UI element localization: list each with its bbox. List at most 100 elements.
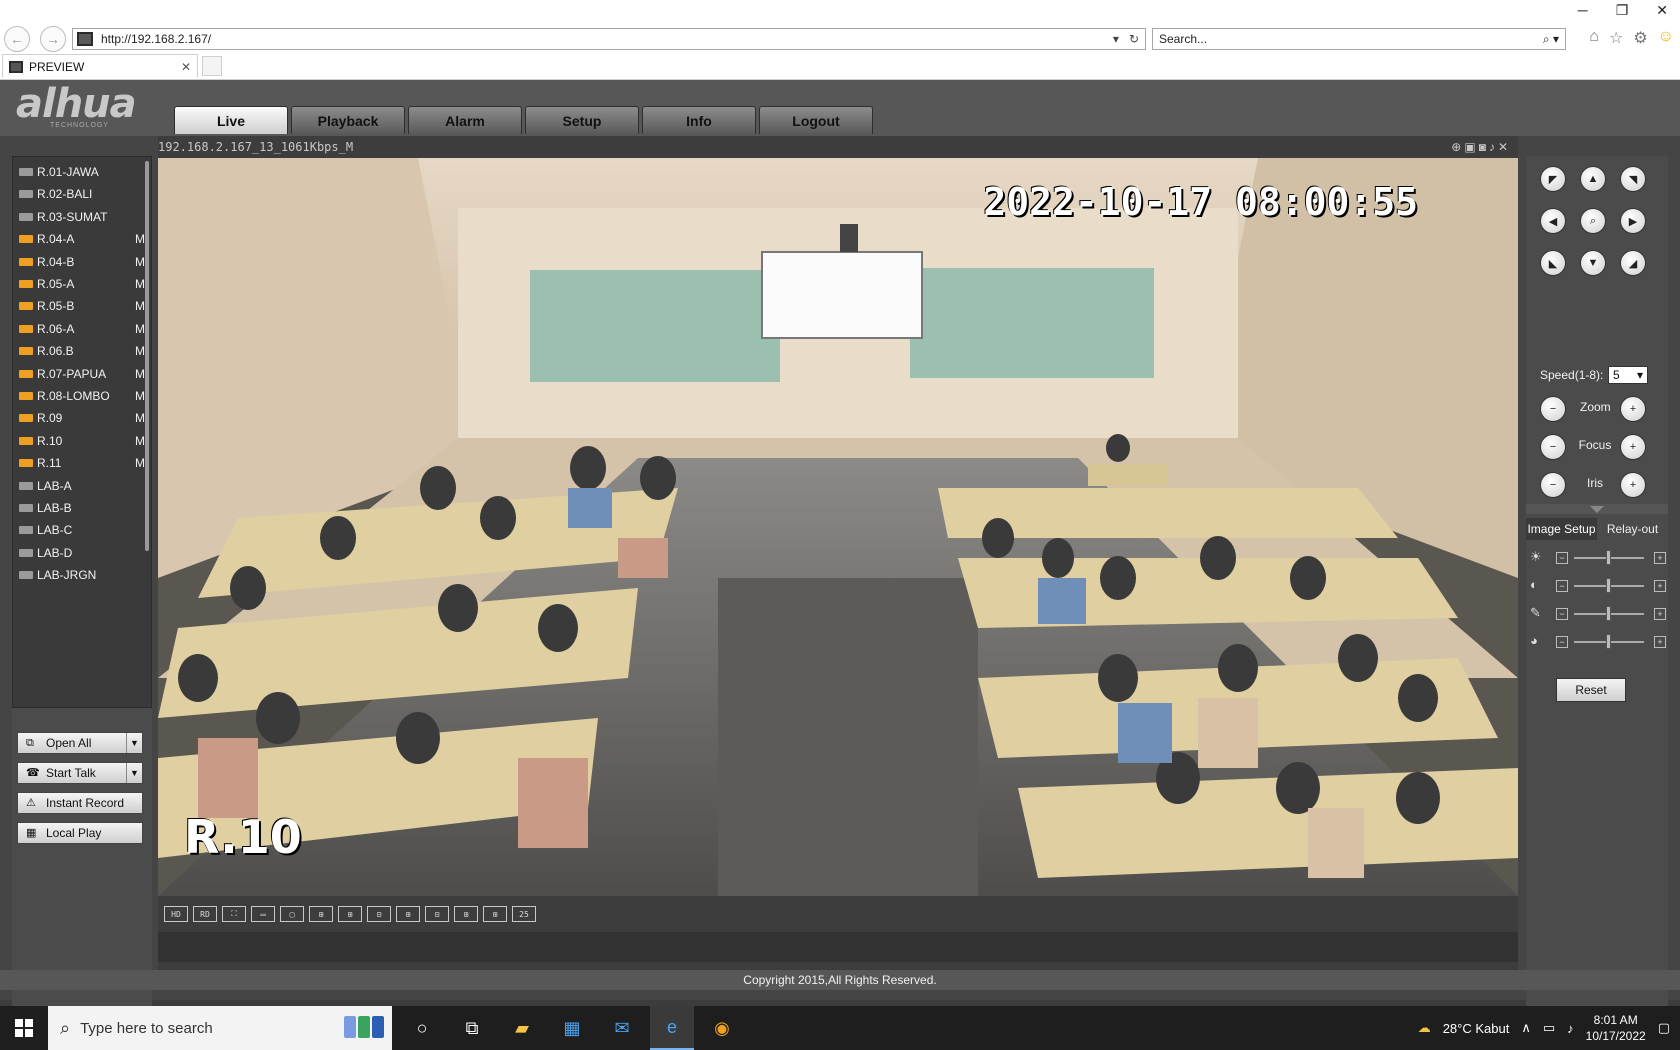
layout-button-icon[interactable]: ⛶ [222,906,246,922]
chrome-icon[interactable]: ◉ [700,1006,744,1050]
ptz-speed-select[interactable]: 5 ▾ [1608,366,1648,384]
channel-item[interactable]: R.03-SUMAT [19,206,149,228]
channel-item[interactable]: LAB-JRGN [19,564,149,586]
slider-minus-icon[interactable]: − [1556,636,1568,648]
tab-alarm[interactable]: Alarm [408,106,522,134]
ptz-up-right-icon[interactable]: ◥ [1620,166,1646,192]
slider-plus-icon[interactable]: + [1654,552,1666,564]
ptz-collapse-divider[interactable] [1526,504,1668,514]
refresh-icon[interactable]: ↻ [1129,32,1139,46]
focus-minus-icon[interactable]: − [1540,434,1566,460]
channel-item[interactable]: R.01-JAWA [19,161,149,183]
start-talk-dropdown-icon[interactable]: ▼ [126,763,142,783]
layout-button-icon[interactable]: ▭ [251,906,275,922]
layout-button-icon[interactable]: ⊟ [425,906,449,922]
store-icon[interactable]: ▦ [550,1006,594,1050]
channel-item[interactable]: R.04-A M [19,228,149,250]
back-icon[interactable]: ← [4,26,30,52]
network-icon[interactable]: ▭ [1543,1020,1555,1036]
favorites-star-icon[interactable]: ☆ [1609,28,1623,48]
slider-plus-icon[interactable]: + [1654,608,1666,620]
zoom-plus-icon[interactable]: + [1620,396,1646,422]
layout-button-icon[interactable]: ⊟ [367,906,391,922]
tab-relay-out[interactable]: Relay-out [1597,518,1668,540]
channel-item[interactable]: R.05-A M [19,273,149,295]
layout-button-icon[interactable]: ⊞ [483,906,507,922]
slider-knob[interactable] [1606,634,1611,649]
channel-item[interactable]: R.04-B M [19,251,149,273]
slider-minus-icon[interactable]: − [1556,580,1568,592]
instant-record-button[interactable]: ⚠ Instant Record [17,792,143,814]
open-all-button[interactable]: ⧉ Open All ▼ [17,732,143,754]
search-icon[interactable]: ⌕ ▾ [1543,32,1559,47]
iris-plus-icon[interactable]: + [1620,472,1646,498]
tab-info[interactable]: Info [642,106,756,134]
channel-item[interactable]: R.08-LOMBO M [19,385,149,407]
channel-item[interactable]: R.09 M [19,407,149,429]
close-icon[interactable]: ✕ [1656,2,1668,19]
tab-close-icon[interactable]: ✕ [181,60,191,74]
layout-button-icon[interactable]: ▢ [280,906,304,922]
channel-item[interactable]: R.06.B M [19,340,149,362]
smiley-feedback-icon[interactable]: ☺ [1658,28,1674,48]
tab-playback[interactable]: Playback [291,106,405,134]
ptz-down-icon[interactable]: ▼ [1580,250,1606,276]
live-video-feed[interactable]: 2022-10-17 08:00:55 R.10 [158,158,1518,896]
channel-item[interactable]: LAB-C [19,519,149,541]
channel-item[interactable]: R.07-PAPUA M [19,363,149,385]
channel-item[interactable]: LAB-B [19,497,149,519]
channel-item[interactable]: R.02-BALI [19,183,149,205]
tab-image-setup[interactable]: Image Setup [1526,518,1597,540]
ptz-center-zoom-icon[interactable]: ⌕ [1580,208,1606,234]
open-all-dropdown-icon[interactable]: ▼ [126,733,142,753]
layout-button-icon[interactable]: ⊞ [309,906,333,922]
address-bar[interactable]: http://192.168.2.167/ ▾ ↻ [72,28,1146,50]
slider-knob[interactable] [1606,578,1611,593]
slider-minus-icon[interactable]: − [1556,608,1568,620]
local-play-button[interactable]: ▦ Local Play [17,822,143,844]
channel-item[interactable]: R.10 M [19,430,149,452]
zoom-minus-icon[interactable]: − [1540,396,1566,422]
weather-icon[interactable]: ☁ [1418,1020,1431,1036]
record-icon[interactable]: ▣ [1464,140,1475,154]
layout-button-icon[interactable]: ⊞ [338,906,362,922]
tab-setup[interactable]: Setup [525,106,639,134]
ptz-right-icon[interactable]: ▶ [1620,208,1646,234]
slider-plus-icon[interactable]: + [1654,636,1666,648]
channel-item[interactable]: R.11 M [19,452,149,474]
dropdown-icon[interactable]: ▾ [1113,32,1119,46]
layout-button-icon[interactable]: ⊞ [396,906,420,922]
start-talk-button[interactable]: ☎ Start Talk ▼ [17,762,143,784]
taskbar-clock[interactable]: 8:01 AM 10/17/2022 [1586,1012,1646,1044]
settings-gear-icon[interactable]: ⚙ [1633,28,1647,48]
task-view-icon[interactable]: ⧉ [450,1006,494,1050]
mail-icon[interactable]: ✉ [600,1006,644,1050]
internet-explorer-icon[interactable]: e [650,1006,694,1050]
focus-plus-icon[interactable]: + [1620,434,1646,460]
slider-knob[interactable] [1606,550,1611,565]
snapshot-icon[interactable]: ◙ [1479,140,1486,154]
start-button[interactable] [0,1006,48,1050]
close-video-icon[interactable]: ✕ [1498,140,1508,154]
ptz-up-left-icon[interactable]: ◤ [1540,166,1566,192]
minimize-icon[interactable]: ─ [1578,2,1588,19]
weather-text[interactable]: 28°C Kabut [1443,1021,1510,1036]
iris-minus-icon[interactable]: − [1540,472,1566,498]
channel-item[interactable]: R.05-B M [19,295,149,317]
layout-button-icon[interactable]: ⊞ [454,906,478,922]
ptz-left-icon[interactable]: ◀ [1540,208,1566,234]
file-explorer-icon[interactable]: ▰ [500,1006,544,1050]
slider-knob[interactable] [1606,606,1611,621]
taskbar-search-input[interactable]: ⌕ Type here to search [48,1006,392,1050]
tab-live[interactable]: Live [174,106,288,134]
browser-search-input[interactable]: Search... ⌕ ▾ [1152,28,1566,50]
ptz-down-left-icon[interactable]: ◣ [1540,250,1566,276]
ptz-down-right-icon[interactable]: ◢ [1620,250,1646,276]
slider-plus-icon[interactable]: + [1654,580,1666,592]
browser-tab[interactable]: PREVIEW ✕ [2,54,198,78]
slider-minus-icon[interactable]: − [1556,552,1568,564]
audio-icon[interactable]: ♪ [1489,140,1495,154]
forward-icon[interactable]: → [40,26,66,52]
channel-item[interactable]: R.06-A M [19,318,149,340]
tab-logout[interactable]: Logout [759,106,873,134]
